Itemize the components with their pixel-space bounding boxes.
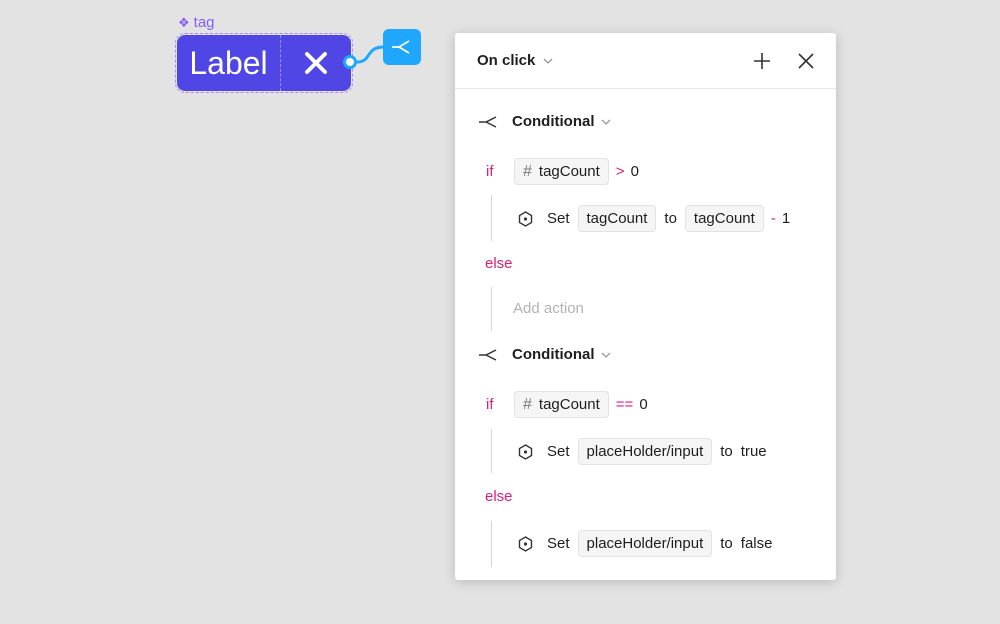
connection-handle[interactable] [343,55,357,69]
if-keyword: if [486,396,494,413]
else-row: else [485,255,513,272]
action-hexagon-icon [518,443,533,460]
target-chip[interactable]: placeHolder/input [577,438,713,465]
target-chip[interactable]: tagCount [577,205,657,232]
branch-line [491,195,492,241]
else-row: else [485,488,513,505]
conditional-block-1[interactable]: Conditional [479,113,611,130]
target-chip[interactable]: placeHolder/input [577,530,713,557]
conditional-icon [479,115,497,128]
number-variable-icon: # [523,395,532,413]
else-keyword: else [485,488,513,505]
action-value[interactable]: true [741,443,767,460]
close-icon[interactable] [281,35,351,91]
action-value[interactable]: false [741,535,773,552]
component-name: tag [193,14,215,31]
conditional-branch-icon[interactable] [383,29,421,65]
add-action-button[interactable]: Add action [513,300,584,317]
plus-icon[interactable] [748,47,776,75]
expression-operator[interactable]: - [771,210,776,227]
chevron-down-icon [543,58,553,64]
else-keyword: else [485,255,513,272]
set-action-row[interactable]: Set placeHolder/input to false [518,530,772,557]
set-action-row[interactable]: Set tagCount to tagCount - 1 [518,205,790,232]
action-verb: Set [547,443,570,460]
action-hexagon-icon [518,535,533,552]
chevron-down-icon[interactable] [601,119,611,125]
variable-chip[interactable]: # tagCount [514,391,609,418]
variable-name: tagCount [538,396,600,413]
tag-label: Label [177,35,281,91]
close-icon[interactable] [792,47,820,75]
component-diamond-icon: ❖ [178,14,190,30]
tag-component[interactable]: Label [175,33,353,93]
set-action-row[interactable]: Set placeHolder/input to true [518,438,767,465]
condition-value[interactable]: 0 [631,163,639,180]
component-name-label[interactable]: ❖ tag [178,14,215,31]
conditional-icon [479,348,497,361]
to-word: to [664,210,677,227]
variable-name: tagCount [538,163,600,180]
chevron-down-icon[interactable] [601,352,611,358]
operator[interactable]: > [616,163,625,180]
to-word: to [720,443,733,460]
branch-line [491,521,492,567]
expression-number[interactable]: 1 [782,210,790,227]
conditional-block-2[interactable]: Conditional [479,346,611,363]
action-verb: Set [547,535,570,552]
conditional-title: Conditional [512,113,595,130]
panel-header: On click [455,33,836,89]
add-action-placeholder: Add action [513,300,584,317]
if-keyword: if [486,163,494,180]
to-word: to [720,535,733,552]
branch-line [491,287,492,331]
conditional-title: Conditional [512,346,595,363]
number-variable-icon: # [523,162,532,180]
variable-chip[interactable]: # tagCount [514,158,609,185]
operator[interactable]: == [616,396,634,413]
expression-variable-chip[interactable]: tagCount [684,205,764,232]
if-row: if # tagCount == 0 [486,391,648,418]
action-verb: Set [547,210,570,227]
condition-value[interactable]: 0 [639,396,647,413]
trigger-label: On click [477,52,536,69]
interaction-panel: On click Conditional if # tagCount > 0 Se… [455,33,836,580]
trigger-dropdown[interactable]: On click [477,52,553,69]
branch-line [491,429,492,473]
action-hexagon-icon [518,210,533,227]
if-row: if # tagCount > 0 [486,158,639,185]
